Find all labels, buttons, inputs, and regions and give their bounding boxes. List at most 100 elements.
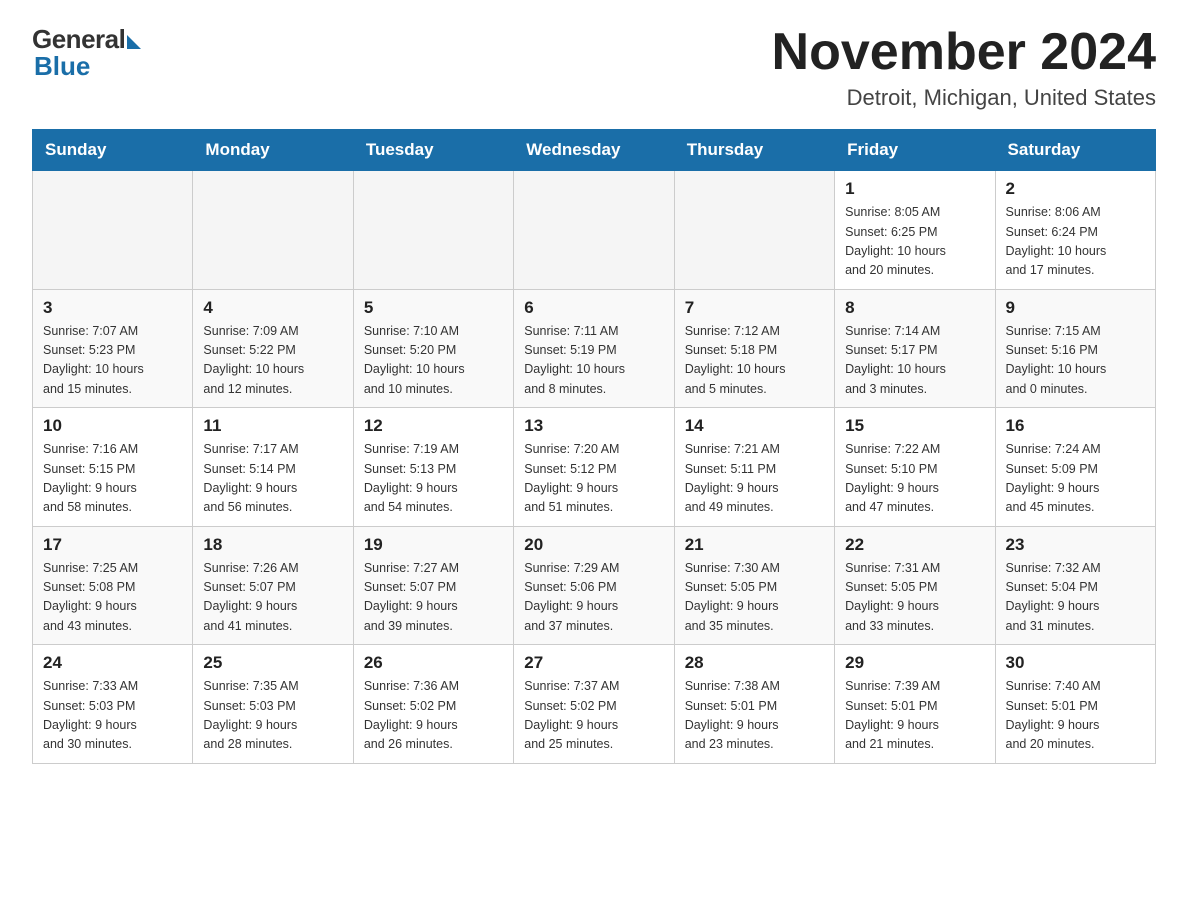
calendar-header-row: SundayMondayTuesdayWednesdayThursdayFrid…: [33, 130, 1156, 171]
calendar-title: November 2024: [772, 24, 1156, 81]
day-number: 28: [685, 653, 824, 673]
calendar-cell: 20Sunrise: 7:29 AM Sunset: 5:06 PM Dayli…: [514, 526, 674, 645]
day-info: Sunrise: 7:17 AM Sunset: 5:14 PM Dayligh…: [203, 440, 342, 518]
day-number: 17: [43, 535, 182, 555]
calendar-cell: 11 Sunrise: 7:17 AM Sunset: 5:14 PM Dayli…: [193, 408, 353, 527]
day-info: Sunrise: 8:05 AM Sunset: 6:25 PM Dayligh…: [845, 203, 984, 281]
day-number: 19: [364, 535, 503, 555]
calendar-week-row: 1 Sunrise: 8:05 AM Sunset: 6:25 PM Daylig…: [33, 171, 1156, 290]
calendar-day-header: Thursday: [674, 130, 834, 171]
day-number: 6: [524, 298, 663, 318]
day-number: 1: [845, 179, 984, 199]
day-info: Sunrise: 7:40 AM Sunset: 5:01 PM Dayligh…: [1006, 677, 1145, 755]
day-number: 4: [203, 298, 342, 318]
day-number: 15: [845, 416, 984, 436]
day-number: 11: [203, 416, 342, 436]
day-info: Sunrise: 8:06 AM Sunset: 6:24 PM Dayligh…: [1006, 203, 1145, 281]
day-number: 8: [845, 298, 984, 318]
day-info: Sunrise: 7:36 AM Sunset: 5:02 PM Dayligh…: [364, 677, 503, 755]
day-info: Sunrise: 7:11 AM Sunset: 5:19 PM Dayligh…: [524, 322, 663, 400]
calendar-cell: 2Sunrise: 8:06 AM Sunset: 6:24 PM Daylig…: [995, 171, 1155, 290]
day-info: Sunrise: 7:14 AM Sunset: 5:17 PM Dayligh…: [845, 322, 984, 400]
calendar-cell: 15 Sunrise: 7:22 AM Sunset: 5:10 PM Dayli…: [835, 408, 995, 527]
calendar-week-row: 10 Sunrise: 7:16 AM Sunset: 5:15 PM Dayli…: [33, 408, 1156, 527]
calendar-subtitle: Detroit, Michigan, United States: [772, 85, 1156, 111]
calendar-cell: 30 Sunrise: 7:40 AM Sunset: 5:01 PM Dayli…: [995, 645, 1155, 764]
calendar-day-header: Wednesday: [514, 130, 674, 171]
calendar-cell: 27 Sunrise: 7:37 AM Sunset: 5:02 PM Dayli…: [514, 645, 674, 764]
calendar-cell: 6 Sunrise: 7:11 AM Sunset: 5:19 PM Daylig…: [514, 289, 674, 408]
day-number: 14: [685, 416, 824, 436]
calendar-cell: 17 Sunrise: 7:25 AM Sunset: 5:08 PM Dayli…: [33, 526, 193, 645]
calendar-cell: 7 Sunrise: 7:12 AM Sunset: 5:18 PM Daylig…: [674, 289, 834, 408]
day-number: 23: [1006, 535, 1145, 555]
calendar-week-row: 17 Sunrise: 7:25 AM Sunset: 5:08 PM Dayli…: [33, 526, 1156, 645]
day-number: 5: [364, 298, 503, 318]
day-number: 13: [524, 416, 663, 436]
day-number: 25: [203, 653, 342, 673]
calendar-cell: 25 Sunrise: 7:35 AM Sunset: 5:03 PM Dayli…: [193, 645, 353, 764]
calendar-week-row: 3Sunrise: 7:07 AM Sunset: 5:23 PM Daylig…: [33, 289, 1156, 408]
calendar-cell: 13 Sunrise: 7:20 AM Sunset: 5:12 PM Dayli…: [514, 408, 674, 527]
day-number: 24: [43, 653, 182, 673]
calendar-cell: 8 Sunrise: 7:14 AM Sunset: 5:17 PM Daylig…: [835, 289, 995, 408]
day-number: 26: [364, 653, 503, 673]
day-info: Sunrise: 7:07 AM Sunset: 5:23 PM Dayligh…: [43, 322, 182, 400]
day-number: 30: [1006, 653, 1145, 673]
day-number: 12: [364, 416, 503, 436]
day-info: Sunrise: 7:29 AM Sunset: 5:06 PM Dayligh…: [524, 559, 663, 637]
calendar-cell: 1 Sunrise: 8:05 AM Sunset: 6:25 PM Daylig…: [835, 171, 995, 290]
day-info: Sunrise: 7:33 AM Sunset: 5:03 PM Dayligh…: [43, 677, 182, 755]
day-number: 10: [43, 416, 182, 436]
day-info: Sunrise: 7:20 AM Sunset: 5:12 PM Dayligh…: [524, 440, 663, 518]
day-number: 27: [524, 653, 663, 673]
calendar-cell: 4 Sunrise: 7:09 AM Sunset: 5:22 PM Daylig…: [193, 289, 353, 408]
day-info: Sunrise: 7:12 AM Sunset: 5:18 PM Dayligh…: [685, 322, 824, 400]
calendar-cell: 18 Sunrise: 7:26 AM Sunset: 5:07 PM Dayli…: [193, 526, 353, 645]
calendar-cell: 3Sunrise: 7:07 AM Sunset: 5:23 PM Daylig…: [33, 289, 193, 408]
logo: General Blue: [32, 24, 141, 82]
day-info: Sunrise: 7:30 AM Sunset: 5:05 PM Dayligh…: [685, 559, 824, 637]
calendar-cell: 21 Sunrise: 7:30 AM Sunset: 5:05 PM Dayli…: [674, 526, 834, 645]
day-info: Sunrise: 7:21 AM Sunset: 5:11 PM Dayligh…: [685, 440, 824, 518]
day-info: Sunrise: 7:09 AM Sunset: 5:22 PM Dayligh…: [203, 322, 342, 400]
day-info: Sunrise: 7:26 AM Sunset: 5:07 PM Dayligh…: [203, 559, 342, 637]
logo-blue-text: Blue: [34, 51, 90, 82]
day-number: 18: [203, 535, 342, 555]
day-info: Sunrise: 7:38 AM Sunset: 5:01 PM Dayligh…: [685, 677, 824, 755]
day-number: 9: [1006, 298, 1145, 318]
day-info: Sunrise: 7:10 AM Sunset: 5:20 PM Dayligh…: [364, 322, 503, 400]
calendar-table: SundayMondayTuesdayWednesdayThursdayFrid…: [32, 129, 1156, 764]
calendar-week-row: 24 Sunrise: 7:33 AM Sunset: 5:03 PM Dayli…: [33, 645, 1156, 764]
day-number: 21: [685, 535, 824, 555]
day-number: 22: [845, 535, 984, 555]
calendar-cell: 24 Sunrise: 7:33 AM Sunset: 5:03 PM Dayli…: [33, 645, 193, 764]
day-number: 29: [845, 653, 984, 673]
calendar-cell: [193, 171, 353, 290]
page-header: General Blue November 2024 Detroit, Mich…: [32, 24, 1156, 111]
calendar-day-header: Monday: [193, 130, 353, 171]
day-info: Sunrise: 7:16 AM Sunset: 5:15 PM Dayligh…: [43, 440, 182, 518]
day-info: Sunrise: 7:31 AM Sunset: 5:05 PM Dayligh…: [845, 559, 984, 637]
day-info: Sunrise: 7:24 AM Sunset: 5:09 PM Dayligh…: [1006, 440, 1145, 518]
day-info: Sunrise: 7:22 AM Sunset: 5:10 PM Dayligh…: [845, 440, 984, 518]
calendar-cell: [514, 171, 674, 290]
calendar-cell: [353, 171, 513, 290]
day-info: Sunrise: 7:25 AM Sunset: 5:08 PM Dayligh…: [43, 559, 182, 637]
calendar-cell: 22 Sunrise: 7:31 AM Sunset: 5:05 PM Dayli…: [835, 526, 995, 645]
calendar-day-header: Friday: [835, 130, 995, 171]
calendar-day-header: Saturday: [995, 130, 1155, 171]
day-info: Sunrise: 7:37 AM Sunset: 5:02 PM Dayligh…: [524, 677, 663, 755]
calendar-cell: 28 Sunrise: 7:38 AM Sunset: 5:01 PM Dayli…: [674, 645, 834, 764]
day-number: 7: [685, 298, 824, 318]
calendar-day-header: Tuesday: [353, 130, 513, 171]
calendar-cell: 12 Sunrise: 7:19 AM Sunset: 5:13 PM Dayli…: [353, 408, 513, 527]
day-info: Sunrise: 7:35 AM Sunset: 5:03 PM Dayligh…: [203, 677, 342, 755]
day-number: 16: [1006, 416, 1145, 436]
day-info: Sunrise: 7:19 AM Sunset: 5:13 PM Dayligh…: [364, 440, 503, 518]
day-info: Sunrise: 7:39 AM Sunset: 5:01 PM Dayligh…: [845, 677, 984, 755]
calendar-cell: 29 Sunrise: 7:39 AM Sunset: 5:01 PM Dayli…: [835, 645, 995, 764]
title-section: November 2024 Detroit, Michigan, United …: [772, 24, 1156, 111]
day-info: Sunrise: 7:27 AM Sunset: 5:07 PM Dayligh…: [364, 559, 503, 637]
calendar-cell: 9Sunrise: 7:15 AM Sunset: 5:16 PM Daylig…: [995, 289, 1155, 408]
